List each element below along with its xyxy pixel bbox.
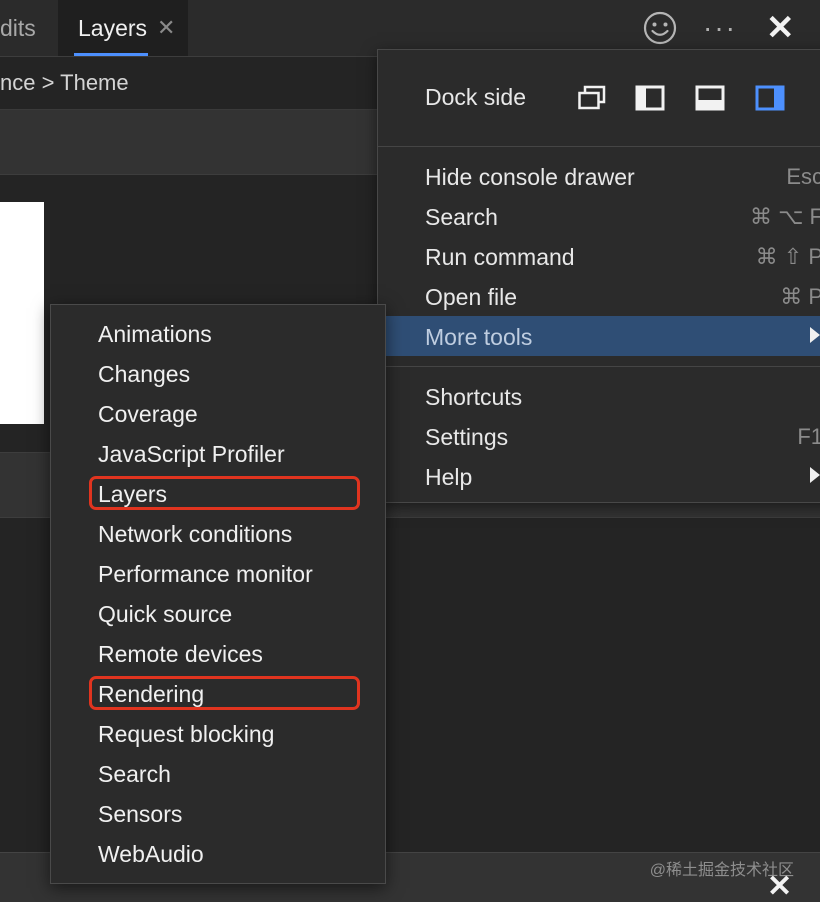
menu-item-shortcut: ⌘ ⌥ F <box>749 204 820 229</box>
submenu-item-label: Quick source <box>98 601 233 627</box>
layer-preview <box>0 202 44 424</box>
submenu-item-network-conditions[interactable]: Network conditions <box>51 505 385 547</box>
submenu-item-label: Changes <box>98 361 191 387</box>
submenu-item-label: Remote devices <box>98 641 263 667</box>
submenu-item-request-blocking[interactable]: Request blocking <box>51 705 385 747</box>
menu-item-shortcuts[interactable]: Shortcuts <box>378 376 820 416</box>
menu-item-more-tools[interactable]: More tools <box>378 316 820 356</box>
menu-item-hide-console-drawer[interactable]: Hide console drawer Esc <box>378 156 820 196</box>
submenu-item-animations[interactable]: Animations <box>51 305 385 347</box>
submenu-item-coverage[interactable]: Coverage <box>51 385 385 427</box>
submenu-item-label: Animations <box>98 321 212 347</box>
active-tab-indicator <box>74 53 148 56</box>
menu-item-label: Run command <box>425 244 575 270</box>
submenu-item-label: Network conditions <box>98 521 293 547</box>
submenu-item-label: Sensors <box>98 801 183 827</box>
submenu-item-search[interactable]: Search <box>51 745 385 787</box>
dock-side-label: Dock side <box>425 84 526 110</box>
menu-item-help[interactable]: Help <box>378 456 820 496</box>
submenu-item-label: Performance monitor <box>98 561 313 587</box>
menu-item-label: Shortcuts <box>425 384 523 410</box>
submenu-arrow-icon <box>810 327 820 343</box>
dock-to-left-icon[interactable] <box>635 85 665 111</box>
tab-audits-label: dits <box>0 14 36 41</box>
main-menu: Dock side Hide console drawer Esc Search… <box>377 49 820 503</box>
menu-item-label: More tools <box>425 324 533 350</box>
submenu-item-webaudio[interactable]: WebAudio <box>51 825 385 867</box>
menu-separator <box>378 366 820 367</box>
annotation-highlight-layers <box>89 476 360 510</box>
submenu-item-label: JavaScript Profiler <box>98 441 285 467</box>
submenu-item-quick-source[interactable]: Quick source <box>51 585 385 627</box>
menu-item-shortcut: ⌘ P <box>780 284 820 309</box>
tab-layers-label: Layers <box>78 14 148 41</box>
devtools-window: dits Layers ✕ ··· ✕ nce > Theme @稀土掘金技术社… <box>0 0 820 902</box>
more-tools-submenu: Animations Changes Coverage JavaScript P… <box>50 304 386 884</box>
close-drawer-icon[interactable]: ✕ <box>767 872 792 902</box>
submenu-item-label: Coverage <box>98 401 198 427</box>
smiley-feedback-icon[interactable] <box>642 10 678 46</box>
menu-item-settings[interactable]: Settings F1 <box>378 416 820 456</box>
menu-item-label: Open file <box>425 284 518 310</box>
submenu-item-remote-devices[interactable]: Remote devices <box>51 625 385 667</box>
submenu-item-label: WebAudio <box>98 841 204 867</box>
close-icon[interactable]: ✕ <box>157 15 175 41</box>
more-options-icon[interactable]: ··· <box>703 10 737 46</box>
submenu-item-sensors[interactable]: Sensors <box>51 785 385 827</box>
menu-item-shortcut: ⌘ ⇧ P <box>755 244 820 269</box>
menu-item-search[interactable]: Search ⌘ ⌥ F <box>378 196 820 236</box>
menu-item-label: Help <box>425 464 473 490</box>
close-devtools-icon[interactable]: ✕ <box>766 10 795 46</box>
dock-to-bottom-icon[interactable] <box>695 85 725 111</box>
tab-audits[interactable]: dits <box>0 0 36 56</box>
menu-item-shortcut: Esc <box>786 164 820 189</box>
menu-item-label: Hide console drawer <box>425 164 635 190</box>
submenu-item-javascript-profiler[interactable]: JavaScript Profiler <box>51 425 385 467</box>
annotation-highlight-rendering <box>89 676 360 710</box>
undock-into-separate-window-icon[interactable] <box>577 85 607 111</box>
submenu-item-performance-monitor[interactable]: Performance monitor <box>51 545 385 587</box>
menu-item-open-file[interactable]: Open file ⌘ P <box>378 276 820 316</box>
menu-item-run-command[interactable]: Run command ⌘ ⇧ P <box>378 236 820 276</box>
dock-side-row: Dock side <box>378 50 820 146</box>
submenu-item-changes[interactable]: Changes <box>51 345 385 387</box>
submenu-arrow-icon <box>810 467 820 483</box>
submenu-item-label: Request blocking <box>98 721 275 747</box>
dock-to-right-icon[interactable] <box>755 85 785 111</box>
submenu-item-label: Search <box>98 761 171 787</box>
breadcrumb-text[interactable]: nce > Theme <box>0 70 129 96</box>
menu-item-label: Settings <box>425 424 509 450</box>
menu-item-shortcut: F1 <box>797 424 820 449</box>
menu-separator <box>378 146 820 147</box>
tab-layers[interactable]: Layers ✕ <box>58 0 188 56</box>
menu-item-label: Search <box>425 204 498 230</box>
